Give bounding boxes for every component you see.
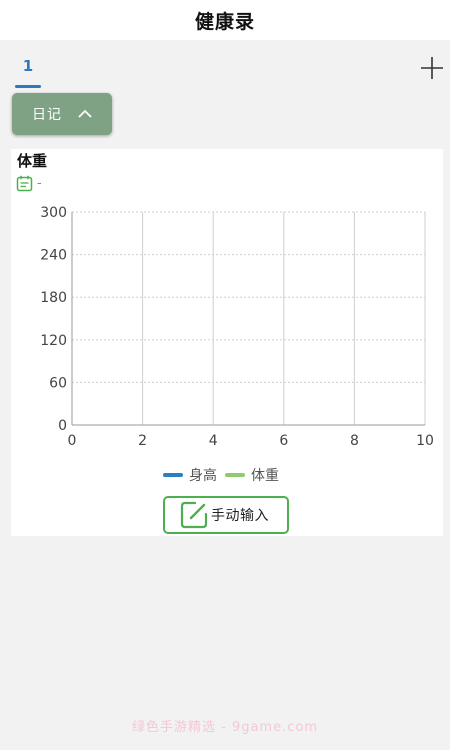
diary-button-label: 日记 — [32, 107, 62, 123]
chevron-up-icon — [78, 109, 92, 118]
y-tick-label: 300 — [40, 205, 67, 221]
tab-bar: 1 — [0, 40, 450, 88]
y-tick-label: 60 — [49, 375, 67, 391]
calendar-icon — [16, 175, 33, 192]
card-date[interactable]: - — [16, 175, 42, 192]
legend-label-weight: 体重 — [251, 468, 279, 484]
card-date-text: - — [37, 175, 42, 191]
x-tick-label: 10 — [416, 433, 434, 449]
edit-icon — [180, 501, 208, 529]
weight-chart: 0 60 120 180 240 300 0 2 4 6 8 10 — [40, 205, 434, 449]
y-tick-label: 120 — [40, 333, 67, 349]
top-bar: 健康录 — [0, 0, 450, 40]
tab-label: 1 — [22, 57, 34, 75]
app-screen: 健康录 1 日记 体重 - 0 60 120 180 240 300 0 2 4… — [0, 0, 450, 750]
x-tick-label: 4 — [209, 433, 218, 449]
legend-item-height[interactable]: 身高 — [163, 465, 217, 485]
y-tick-label: 180 — [40, 290, 67, 306]
plus-icon — [421, 57, 443, 79]
x-tick-label: 8 — [350, 433, 359, 449]
tab-1[interactable]: 1 — [15, 50, 41, 88]
y-tick-label: 0 — [58, 418, 67, 434]
y-tick-label: 240 — [40, 248, 67, 264]
diary-toggle-button[interactable]: 日记 — [12, 93, 112, 135]
legend-swatch-height — [163, 473, 183, 477]
legend-label-height: 身高 — [189, 468, 217, 484]
app-title: 健康录 — [194, 10, 255, 33]
weight-card: 体重 - 0 60 120 180 240 300 0 2 4 6 8 10 身高 体重 — [11, 149, 443, 536]
watermark-text: 绿色手游精选 - 9game.com — [131, 720, 318, 735]
card-title: 体重 — [17, 152, 48, 170]
legend-item-weight[interactable]: 体重 — [225, 465, 279, 485]
legend-swatch-weight — [225, 473, 245, 477]
manual-input-label: 手动输入 — [211, 508, 269, 524]
x-tick-label: 2 — [138, 433, 147, 449]
chart-legend: 身高 体重 — [163, 465, 279, 485]
tab-active-indicator — [15, 85, 41, 88]
x-tick-label: 6 — [279, 433, 288, 449]
manual-input-button[interactable]: 手动输入 — [163, 496, 289, 534]
x-tick-label: 0 — [68, 433, 77, 449]
add-tab-button[interactable] — [420, 56, 444, 80]
